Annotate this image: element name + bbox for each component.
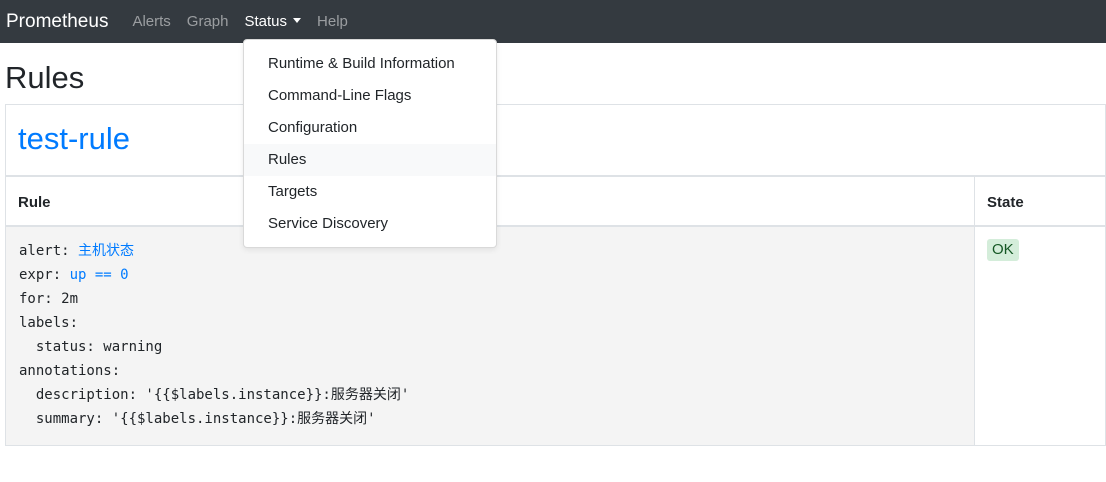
- rule-group-card: test-rule Rule State alert: 主机状态 expr: u…: [5, 104, 1106, 446]
- menu-item-command-line-flags[interactable]: Command-Line Flags: [244, 80, 496, 112]
- menu-item-targets[interactable]: Targets: [244, 176, 496, 208]
- menu-item-rules[interactable]: Rules: [244, 144, 496, 176]
- page-title: Rules: [5, 60, 85, 95]
- menu-item-service-discovery[interactable]: Service Discovery: [244, 208, 496, 240]
- alert-key: alert:: [19, 243, 79, 259]
- rule-state-cell: OK: [975, 227, 1105, 445]
- state-badge: OK: [987, 239, 1019, 261]
- nav-graph[interactable]: Graph: [187, 0, 229, 43]
- rule-line-summary: summary: '{{$labels.instance}}:服务器关闭': [19, 411, 376, 427]
- rule-line-description: description: '{{$labels.instance}}:服务器关闭…: [19, 387, 410, 403]
- nav-alerts[interactable]: Alerts: [132, 0, 170, 43]
- menu-item-runtime-build-info[interactable]: Runtime & Build Information: [244, 48, 496, 80]
- group-header: test-rule: [6, 105, 1105, 177]
- column-header-state: State: [975, 177, 1105, 227]
- rule-line-status: status: warning: [19, 339, 163, 355]
- alert-name-link[interactable]: 主机状态: [78, 243, 134, 259]
- group-name-link[interactable]: test-rule: [18, 121, 130, 157]
- rule-line-labels: labels:: [19, 315, 79, 331]
- rule-line-expr: expr: up == 0: [19, 263, 961, 287]
- navbar: Prometheus Alerts Graph Status Help: [0, 0, 1106, 43]
- nav-help[interactable]: Help: [317, 0, 348, 43]
- rule-definition: alert: 主机状态 expr: up == 0 for: 2m labels…: [6, 227, 975, 445]
- nav-status-toggle[interactable]: Status: [245, 0, 302, 43]
- brand-link[interactable]: Prometheus: [6, 0, 108, 43]
- status-dropdown-menu: Runtime & Build Information Command-Line…: [243, 39, 497, 248]
- menu-item-configuration[interactable]: Configuration: [244, 112, 496, 144]
- rule-line-annotations: annotations:: [19, 363, 121, 379]
- rule-line-for: for: 2m: [19, 291, 79, 307]
- caret-down-icon: [293, 18, 302, 23]
- expr-link[interactable]: up == 0: [70, 267, 129, 283]
- nav-status-label: Status: [244, 13, 288, 30]
- expr-key: expr:: [19, 267, 70, 283]
